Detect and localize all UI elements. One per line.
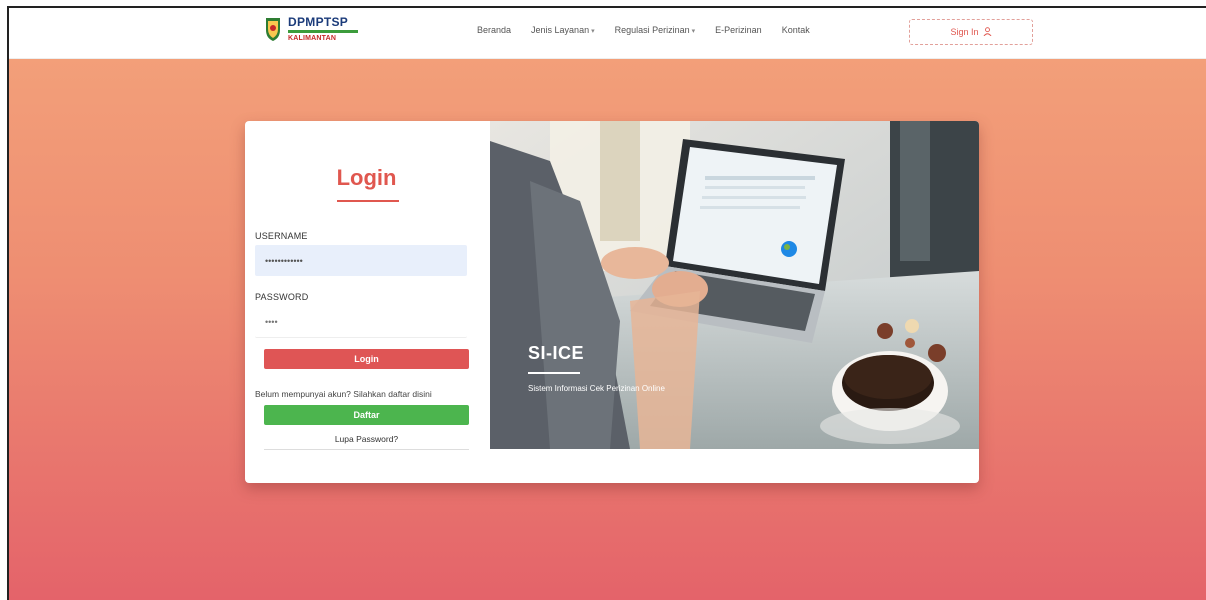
password-input[interactable] <box>255 307 467 338</box>
sign-in-button[interactable]: Sign In <box>909 19 1033 45</box>
logo-subtitle: KALIMANTAN <box>288 35 337 42</box>
hero-title: SI-ICE <box>528 343 585 363</box>
forgot-password-link[interactable]: Lupa Password? <box>245 434 488 444</box>
login-form: Login USERNAME PASSWORD Login Belum memp… <box>245 121 488 483</box>
login-card: Login USERNAME PASSWORD Login Belum memp… <box>245 121 979 483</box>
page: DPMPTSP KALIMANTAN Beranda Jenis Layanan… <box>0 0 1206 600</box>
browser-viewport: DPMPTSP KALIMANTAN Beranda Jenis Layanan… <box>7 6 1206 600</box>
hero-underline <box>528 372 580 374</box>
emblem-icon <box>264 16 282 42</box>
main-nav: Beranda Jenis Layanan ▾ Regulasi Perizina… <box>477 25 810 35</box>
password-label: PASSWORD <box>255 292 309 302</box>
nav-item-e-perizinan[interactable]: E-Perizinan <box>715 25 762 35</box>
username-input[interactable] <box>255 245 467 276</box>
logo-title: DPMPTSP <box>288 15 349 29</box>
register-button[interactable]: Daftar <box>264 405 469 425</box>
sign-in-label: Sign In <box>950 27 979 37</box>
chevron-down-icon: ▾ <box>691 28 696 35</box>
username-label: USERNAME <box>255 231 308 241</box>
site-logo[interactable]: DPMPTSP KALIMANTAN <box>264 16 358 42</box>
nav-item-regulasi[interactable]: Regulasi Perizinan ▾ <box>615 25 696 35</box>
laptop-photo-illustration <box>490 121 979 449</box>
top-navbar: DPMPTSP KALIMANTAN Beranda Jenis Layanan… <box>9 8 1206 59</box>
user-icon <box>983 26 992 38</box>
nav-item-label: Regulasi Perizinan <box>614 25 690 35</box>
logo-stripe <box>288 30 358 33</box>
nav-item-beranda[interactable]: Beranda <box>477 25 511 35</box>
login-heading: Login <box>336 165 397 190</box>
login-button[interactable]: Login <box>264 349 469 369</box>
hero-subtitle: Sistem Informasi Cek Perizinan Online <box>528 384 665 393</box>
register-prompt: Belum mempunyai akun? Silahkan daftar di… <box>255 389 432 399</box>
nav-item-jenis-layanan[interactable]: Jenis Layanan ▾ <box>531 25 595 35</box>
nav-item-kontak[interactable]: Kontak <box>782 25 810 35</box>
nav-item-label: Jenis Layanan <box>531 25 590 35</box>
hero-overlay: SI-ICE Sistem Informasi Cek Perizinan On… <box>528 343 665 393</box>
divider <box>264 449 469 450</box>
chevron-down-icon: ▾ <box>591 28 595 35</box>
heading-underline <box>337 200 399 202</box>
hero-image: SI-ICE Sistem Informasi Cek Perizinan On… <box>490 121 979 449</box>
